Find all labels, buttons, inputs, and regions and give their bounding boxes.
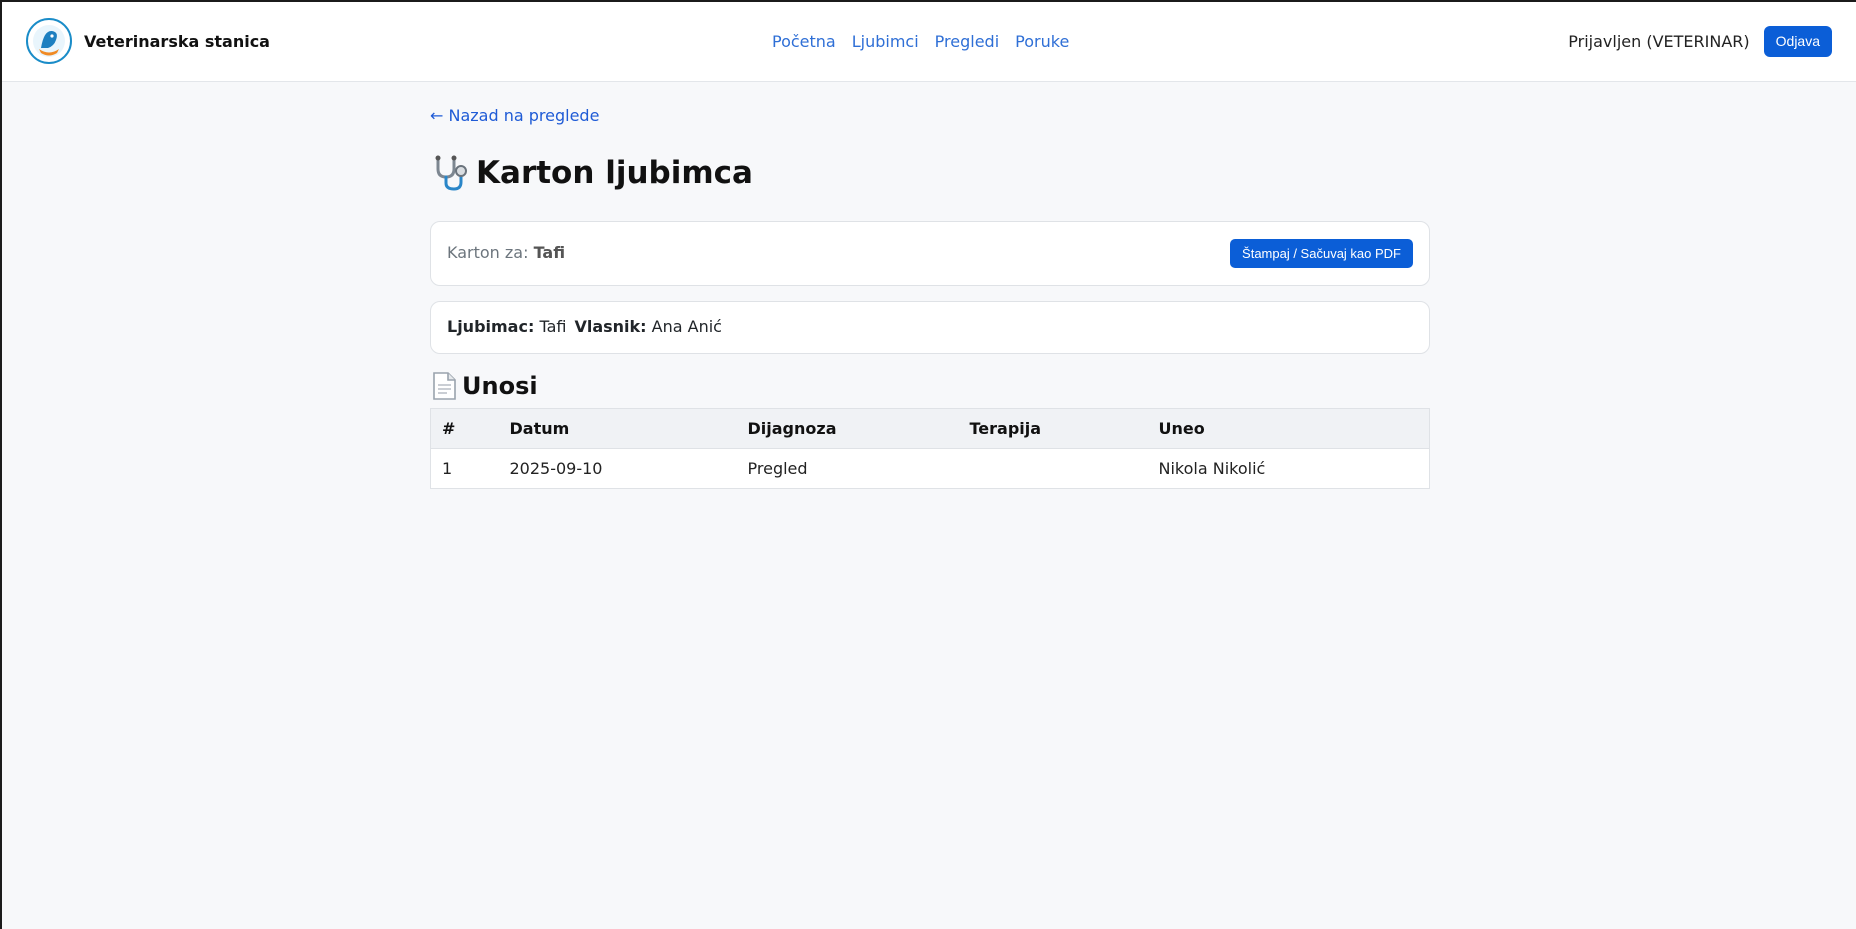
column-header-therapy: Terapija [958,408,1148,449]
column-header-entered-by: Uneo [1147,408,1430,449]
column-header-diagnosis: Dijagnoza [736,408,959,449]
pet-info-line: Ljubimac: Tafi Vlasnik: Ana Anić [447,317,722,336]
entries-heading: Unosi [430,369,1430,403]
record-for-value: Tafi [533,243,566,262]
document-icon [433,372,456,400]
pet-info-card: Ljubimac: Tafi Vlasnik: Ana Anić [430,301,1430,354]
table-header-row: # Datum Dijagnoza Terapija Uneo [430,408,1430,449]
cell-therapy [959,449,1148,489]
nav-link-examinations[interactable]: Pregledi [935,32,999,51]
back-to-examinations-link[interactable]: ← Nazad na preglede [430,105,599,127]
navbar: Veterinarska stanica Početna Ljubimci Pr… [2,2,1856,82]
main-nav: Početna Ljubimci Pregledi Poruke [772,32,1069,51]
owner-name: Ana Anić [651,317,722,336]
entries-heading-text: Unosi [462,372,538,400]
logout-button[interactable]: Odjava [1763,26,1832,57]
clinic-logo [26,18,72,64]
pet-label: Ljubimac: [447,317,535,336]
column-header-date: Datum [498,408,737,449]
brand-name: Veterinarska stanica [84,31,270,51]
record-header-card: Karton za: Tafi Štampaj / Sačuvaj kao PD… [430,221,1430,286]
cell-entered-by: Nikola Nikolić [1158,459,1266,478]
cell-diagnosis: Pregled [747,459,808,478]
nav-link-home[interactable]: Početna [772,32,836,51]
owner-label: Vlasnik: [574,317,647,336]
cell-number: 1 [442,459,453,478]
print-pdf-button[interactable]: Štampaj / Sačuvaj kao PDF [1230,239,1413,268]
page-title-text: Karton ljubimca [476,155,753,191]
nav-link-messages[interactable]: Poruke [1015,32,1069,51]
page-title: Karton ljubimca [430,153,1430,193]
cell-date: 2025-09-10 [509,459,603,478]
pet-name: Tafi [539,317,567,336]
nav-link-pets[interactable]: Ljubimci [852,32,919,51]
table-row: 1 2025-09-10 Pregled Nikola Nikolić [431,449,1430,489]
main-content: ← Nazad na preglede Karton ljubimca Kart… [430,105,1430,489]
brand[interactable]: Veterinarska stanica [26,18,270,64]
stethoscope-icon [435,155,467,191]
record-for-label: Karton za: [447,243,529,262]
column-header-number: # [430,408,499,449]
entries-table: # Datum Dijagnoza Terapija Uneo 1 2025-0… [430,408,1430,489]
record-for: Karton za: Tafi [447,243,565,262]
user-area: Prijavljen (VETERINAR) Odjava [1568,26,1832,57]
login-status: Prijavljen (VETERINAR) [1568,32,1750,51]
